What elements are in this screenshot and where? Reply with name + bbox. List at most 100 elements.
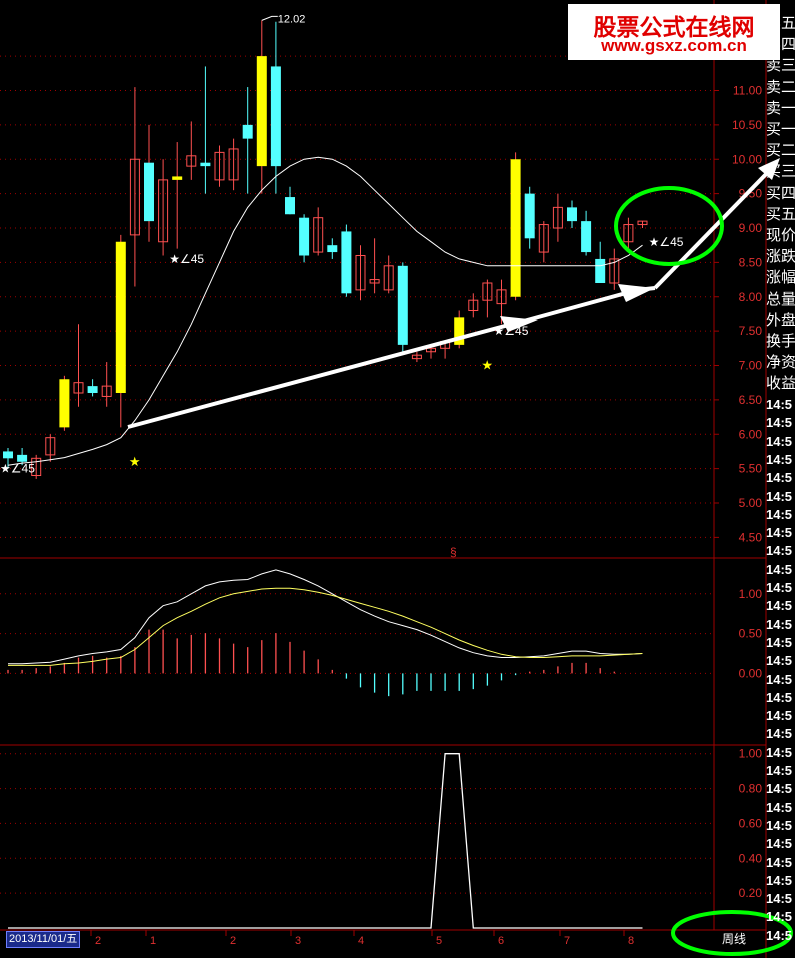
candle bbox=[3, 451, 13, 459]
macd-tick-label: 1.00 bbox=[739, 587, 763, 601]
tick-time: 14:5 bbox=[766, 433, 793, 449]
y-tick-label: 7.00 bbox=[739, 359, 763, 373]
section-mark: § bbox=[450, 545, 457, 559]
angle-label: ★∠45 bbox=[0, 462, 35, 476]
quote-label: 换手 bbox=[766, 332, 795, 350]
candle bbox=[172, 176, 183, 180]
y-tick-label: 10.50 bbox=[732, 118, 762, 132]
tick-time: 14:5 bbox=[766, 451, 793, 467]
y-tick-label: 10.00 bbox=[732, 152, 762, 166]
tick-time: 14:5 bbox=[766, 616, 793, 632]
star-marker: ★ bbox=[481, 358, 493, 373]
candle bbox=[59, 379, 70, 428]
x-tick-label: 8 bbox=[628, 935, 634, 947]
x-tick-label: 2 bbox=[95, 935, 101, 947]
quote-label: 总量 bbox=[766, 289, 795, 308]
candle bbox=[87, 386, 98, 393]
quote-label: 涨跌 bbox=[766, 247, 795, 266]
tick-time: 14:5 bbox=[766, 488, 793, 504]
candle bbox=[270, 66, 281, 167]
tick-time: 14:5 bbox=[766, 891, 793, 907]
candle bbox=[567, 207, 577, 222]
x-tick-label: 6 bbox=[498, 935, 504, 947]
candle bbox=[144, 162, 154, 222]
candle bbox=[115, 241, 126, 393]
y-tick-label: 6.00 bbox=[739, 427, 763, 441]
candle bbox=[285, 197, 295, 215]
y-tick-label: 5.50 bbox=[739, 462, 763, 476]
x-tick-label: 2 bbox=[230, 935, 236, 947]
period-label[interactable]: 周线 bbox=[722, 930, 762, 948]
trend-arrow bbox=[127, 286, 656, 429]
ma-line bbox=[7, 156, 643, 466]
x-tick-label: 1 bbox=[150, 935, 156, 947]
tick-time: 14:5 bbox=[766, 653, 793, 669]
quote-label: 外盘 bbox=[766, 310, 795, 329]
stock-chart: 4.50 5.00 5.50 6.00 6.50 7.00 7.50 8.00 8.50 9.00… bbox=[0, 0, 793, 958]
site-banner[interactable]: 股票公式在线网 www.gsxz.com.cn bbox=[568, 4, 780, 60]
candle bbox=[242, 124, 253, 139]
max-marker bbox=[261, 15, 278, 21]
tick-time: 14:5 bbox=[766, 708, 793, 724]
x-tick-label: 5 bbox=[436, 935, 442, 947]
highlight-circle bbox=[614, 186, 724, 266]
quote-label: 买一 bbox=[766, 120, 795, 138]
x-tick-label: 3 bbox=[295, 935, 301, 947]
quote-label: 卖三 bbox=[766, 56, 795, 75]
quote-label: 涨幅 bbox=[766, 268, 795, 287]
tick-time: 14:5 bbox=[766, 836, 793, 852]
tick-time: 14:5 bbox=[766, 598, 793, 614]
tick-time: 14:5 bbox=[766, 744, 793, 760]
candle bbox=[327, 245, 338, 253]
quote-label: 现价 bbox=[766, 226, 795, 244]
tick-time: 14:5 bbox=[766, 854, 793, 870]
quote-label: 买五 bbox=[766, 204, 795, 223]
tick-time: 14:5 bbox=[766, 543, 793, 559]
tick-time: 14:5 bbox=[766, 561, 793, 577]
tick-time: 14:5 bbox=[766, 506, 793, 522]
tick-time: 14:5 bbox=[766, 872, 793, 888]
y-tick-label: 8.00 bbox=[739, 290, 763, 304]
dif-line bbox=[8, 569, 643, 665]
tick-time: 14:5 bbox=[766, 781, 793, 797]
tick-time: 14:5 bbox=[766, 470, 793, 486]
x-tick-label: 7 bbox=[564, 935, 570, 947]
y-tick-label: 11.00 bbox=[733, 84, 762, 98]
signal-tick-label: 1.00 bbox=[739, 747, 763, 761]
tick-time: 14:5 bbox=[766, 397, 793, 412]
y-tick-label: 8.50 bbox=[739, 255, 763, 269]
macd-tick-label: 0.50 bbox=[739, 627, 763, 641]
y-tick-label: 9.00 bbox=[739, 221, 763, 235]
tick-time: 14:5 bbox=[766, 927, 793, 943]
site-url: www.gsxz.com.cn bbox=[601, 36, 747, 55]
candle bbox=[299, 217, 310, 256]
signal-tick-label: 0.40 bbox=[739, 851, 763, 865]
macd-tick-label: 0.00 bbox=[739, 666, 763, 680]
tick-time: 14:5 bbox=[766, 817, 793, 833]
dea-line bbox=[8, 587, 643, 666]
angle-label: ★∠45 bbox=[169, 252, 204, 266]
quote-label: 收益 bbox=[766, 374, 795, 393]
tick-time: 14:5 bbox=[766, 671, 793, 687]
y-tick-label: 7.50 bbox=[739, 324, 763, 338]
start-date-label: 2013/11/01/五 bbox=[6, 931, 81, 948]
y-tick-label: 5.00 bbox=[739, 496, 763, 510]
max-price-label: 12.02 bbox=[278, 13, 306, 25]
candle bbox=[397, 265, 408, 345]
y-tick-label: 6.50 bbox=[739, 393, 763, 407]
candle bbox=[595, 258, 606, 283]
signal-line bbox=[8, 753, 643, 929]
quote-label: 卖四 bbox=[766, 35, 795, 54]
tick-time: 14:5 bbox=[766, 799, 793, 815]
tick-time: 14:5 bbox=[766, 525, 793, 541]
signal-tick-label: 0.60 bbox=[739, 816, 763, 830]
candle bbox=[524, 193, 535, 239]
quote-label: 净资 bbox=[766, 353, 795, 372]
tick-time: 14:5 bbox=[766, 909, 793, 925]
quote-label: 卖一 bbox=[766, 98, 795, 117]
candle bbox=[581, 221, 592, 253]
tick-time: 14:5 bbox=[766, 726, 793, 742]
candle bbox=[200, 162, 211, 167]
candle bbox=[341, 231, 352, 294]
tick-time: 14:5 bbox=[766, 763, 793, 778]
